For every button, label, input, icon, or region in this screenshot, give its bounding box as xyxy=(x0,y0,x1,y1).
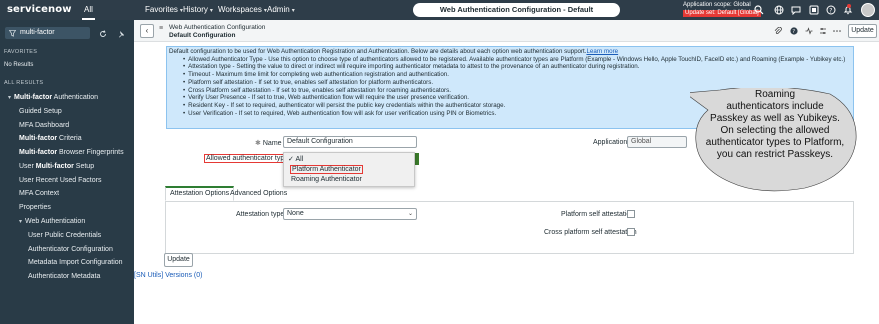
record-title-pill[interactable]: Web Authentication Configuration - Defau… xyxy=(413,3,620,28)
top-navigation-bar: servicenow All Favorites ▾ History ▾ Works… xyxy=(0,0,879,28)
sidebar-item-guided-setup[interactable]: Guided Setup xyxy=(19,108,62,115)
form-table-name: Web Authentication Configuration xyxy=(169,24,266,31)
globe-icon[interactable] xyxy=(774,5,784,15)
allowed-authenticator-type-dropdown[interactable]: ✓ All Platform Authenticator Roaming Aut… xyxy=(283,152,415,187)
notification-badge xyxy=(847,4,851,8)
tab-advanced-options[interactable]: Advanced Options xyxy=(226,186,291,201)
navigator-filter-input[interactable]: multi-factor xyxy=(5,27,90,39)
nav-all[interactable]: All xyxy=(82,5,95,20)
chevron-down-icon: ▾ xyxy=(19,219,23,225)
nav-history[interactable]: History ▾ xyxy=(183,5,213,14)
tab-attestation-options[interactable]: Attestation Options xyxy=(165,186,235,201)
all-results-heading: ALL RESULTS xyxy=(4,80,44,86)
attestation-type-label: Attestation type xyxy=(236,211,285,218)
favorites-heading: FAVORITES xyxy=(4,49,38,55)
nav-favorites[interactable]: Favorites ▾ xyxy=(145,5,183,14)
callout-text: Roaming authenticators include Passkey a… xyxy=(690,89,860,161)
back-button[interactable]: ‹ xyxy=(140,24,154,38)
help-icon[interactable]: ? xyxy=(826,5,836,15)
sidebar-item-user-recent-used-factors[interactable]: User Recent Used Factors xyxy=(19,177,101,184)
allowed-authenticator-type-label: Allowed authenticator type xyxy=(204,154,291,163)
sidebar-item-user-multi-factor-setup[interactable]: User Multi-factor Setup xyxy=(19,163,94,170)
form-area: ‹ ≡ Web Authentication Configuration Def… xyxy=(134,20,879,324)
scope-label: Application scope: Global xyxy=(683,2,751,8)
application-field: Global xyxy=(627,136,687,148)
application-navigator: multi-factor FAVORITES No Results ALL RE… xyxy=(0,20,134,324)
callout-line: Roaming xyxy=(754,89,796,100)
chat-icon[interactable] xyxy=(791,5,801,15)
sidebar-item-user-public-credentials[interactable]: User Public Credentials xyxy=(28,232,101,239)
no-results-text: No Results xyxy=(4,62,34,68)
form-title: Web Authentication Configuration Default… xyxy=(169,24,265,39)
platform-self-attestation-checkbox[interactable] xyxy=(627,210,635,218)
dropdown-option-all[interactable]: ✓ All xyxy=(288,155,303,163)
avatar[interactable] xyxy=(861,3,875,17)
learn-more-link[interactable]: Learn more xyxy=(586,48,618,55)
sidebar-item-authenticator-configuration[interactable]: Authenticator Configuration xyxy=(28,246,113,253)
nav-admin[interactable]: Admin ▾ xyxy=(267,5,295,14)
sidebar-item-multi-factor-criteria[interactable]: Multi-factor Criteria xyxy=(19,135,82,142)
sidebar-item-mfa-context[interactable]: MFA Context xyxy=(19,190,59,197)
chevron-down-icon: ⌄ xyxy=(407,211,413,217)
callout-line: authenticators include xyxy=(726,101,824,112)
attachment-icon[interactable] xyxy=(774,27,782,35)
nav-workspaces[interactable]: Workspaces ▾ xyxy=(218,5,267,14)
sidebar-item-browser-fingerprints[interactable]: Multi-factor Browser Fingerprints xyxy=(19,149,124,156)
cross-platform-self-attestation-label: Cross platform self attestation xyxy=(544,229,637,236)
callout-line: On selecting the allowed xyxy=(720,125,830,136)
update-button[interactable]: Update xyxy=(848,24,877,38)
attestation-type-select[interactable]: None ⌄ xyxy=(283,208,417,220)
sidebar-item-properties[interactable]: Properties xyxy=(19,204,51,211)
dropdown-option-roaming-authenticator[interactable]: Roaming Authenticator xyxy=(291,176,362,183)
hamburger-menu-icon[interactable]: ≡ xyxy=(159,25,163,32)
more-options-icon[interactable] xyxy=(833,27,841,35)
sn-utils-versions-link[interactable]: [SN Utils] Versions (0) xyxy=(134,272,202,279)
cross-platform-self-attestation-checkbox[interactable] xyxy=(627,228,635,236)
callout-line: authenticator types to Platform, xyxy=(705,137,845,148)
dropdown-option-platform-authenticator[interactable]: Platform Authenticator xyxy=(290,165,363,174)
search-icon[interactable] xyxy=(754,5,764,15)
application-scope-info[interactable]: Application scope: Global Update set: De… xyxy=(683,2,761,17)
chevron-down-icon: ▾ xyxy=(8,95,12,101)
chevron-down-icon: ▾ xyxy=(291,8,295,14)
name-field[interactable]: Default Configuration xyxy=(283,136,417,148)
filter-icon xyxy=(9,30,16,37)
form-header: ‹ ≡ Web Authentication Configuration Def… xyxy=(134,20,879,42)
sidebar-item-web-authentication[interactable]: ▾ Web Authentication xyxy=(19,218,85,225)
info-item: Platform self attestation - If set to tr… xyxy=(183,79,851,87)
chevron-down-icon: ▾ xyxy=(209,8,213,14)
settings-sliders-icon[interactable] xyxy=(819,27,827,35)
info-item: Timeout - Maximum time limit for complet… xyxy=(183,71,851,79)
platform-self-attestation-label: Platform self attestation xyxy=(561,211,635,218)
checkmark-icon: ✓ xyxy=(288,156,294,163)
application-label: Application xyxy=(593,139,628,146)
svg-text:?: ? xyxy=(829,8,832,15)
svg-text:?: ? xyxy=(792,29,795,35)
tab-panel xyxy=(165,201,854,254)
info-item: Attestation type - Setting the value to … xyxy=(183,63,851,71)
form-record-name: Default Configuration xyxy=(169,31,236,39)
bottom-update-button[interactable]: Update xyxy=(164,253,193,267)
refresh-icon[interactable] xyxy=(99,30,107,38)
info-intro: Default configuration to be used for Web… xyxy=(169,48,619,55)
required-asterisk-icon: ✱ xyxy=(255,140,261,147)
studio-icon[interactable] xyxy=(809,5,819,15)
name-label: ✱ Name xyxy=(255,140,282,147)
filter-text: multi-factor xyxy=(20,29,55,36)
servicenow-logo[interactable]: servicenow xyxy=(7,4,72,15)
callout-line: you can restrict Passkeys. xyxy=(716,149,834,160)
callout-line: Passkey as well as Yubikeys. xyxy=(710,113,840,124)
sidebar-item-mfa-dashboard[interactable]: MFA Dashboard xyxy=(19,122,69,129)
sidebar-item-authenticator-metadata[interactable]: Authenticator Metadata xyxy=(28,273,100,280)
sidebar-item-multi-factor-authentication[interactable]: ▾ Multi-factor Authentication xyxy=(8,94,98,101)
help-circle-icon[interactable]: ? xyxy=(790,27,798,35)
pin-icon[interactable] xyxy=(117,30,125,38)
activity-stream-icon[interactable] xyxy=(805,27,813,35)
update-set-label: Update set: Default [Global] xyxy=(683,9,761,17)
info-item: Allowed Authenticator Type - Use this op… xyxy=(183,56,851,64)
sidebar-item-metadata-import-configuration[interactable]: Metadata Import Configuration xyxy=(28,259,123,266)
